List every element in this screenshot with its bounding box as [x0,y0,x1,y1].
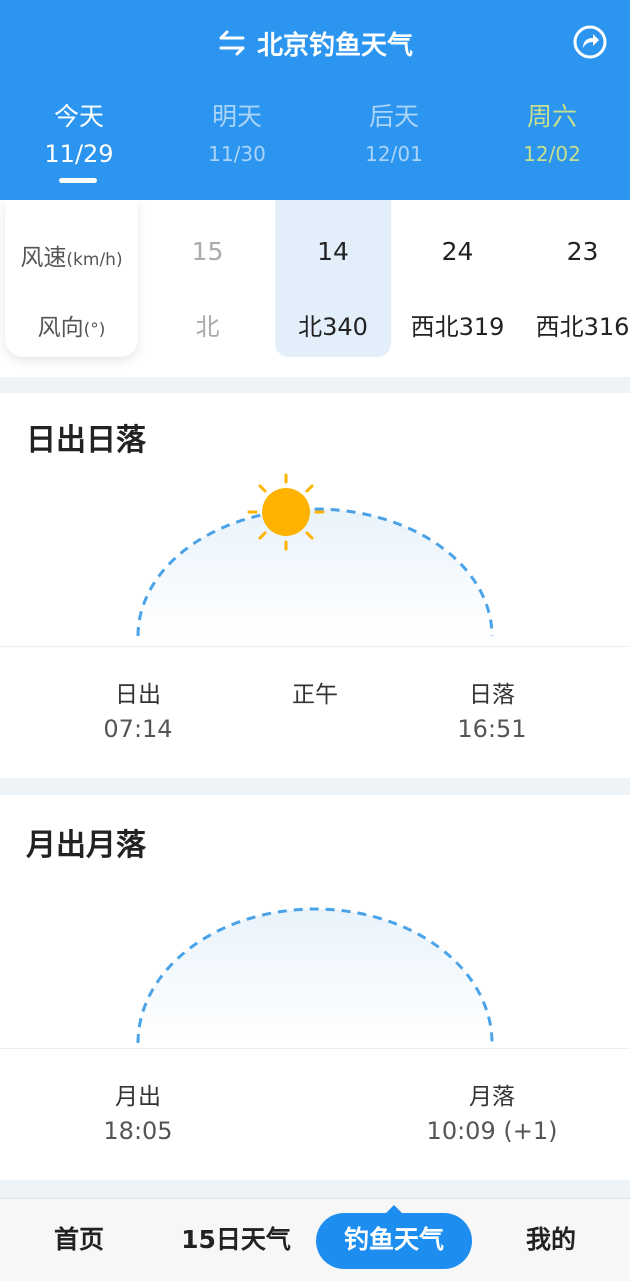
moonrise-label: 月出 [115,1084,161,1110]
tab-day-label: 周六 [526,102,577,131]
wind-speed-label-text: 风速 [20,245,67,271]
wind-column-current: 14 北340 [275,200,391,357]
wind-direction-value: 西北319 [410,313,505,341]
tab-saturday[interactable]: 周六 12/02 [492,95,612,169]
sun-card-title: 日出日落 [26,423,146,458]
wind-direction-value: 北340 [298,313,368,341]
sun-arc-fill [138,509,492,636]
sunset-time: 16:51 [457,715,527,743]
wind-speed-label: 风速(km/h) [5,238,138,272]
sunset-label: 日落 [469,682,515,708]
horizon-line [0,1048,630,1049]
sunset-info: 日落 16:51 [412,675,572,743]
tab-date-label: 11/30 [208,142,266,166]
sun-arc [136,473,494,637]
app-header: 北京钓鱼天气 今天 11/29 明天 11/30 后天 12/01 周六 12/… [0,0,630,200]
moon-arc [136,907,494,1044]
tab-date-label: 11/29 [44,140,114,168]
nav-15-day-weather[interactable]: 15日天气 [160,1199,312,1281]
title-row: 北京钓鱼天气 [0,18,630,68]
wind-direction-value: 北 [195,313,220,341]
moon-card-title: 月出月落 [26,828,146,863]
sun-card: 日出日落 日出 07:14 正午 日落 16:51 [0,393,630,778]
active-tab-indicator [59,178,97,183]
wind-speed-value: 23 [566,237,599,266]
wind-table: 15 北 14 北340 24 西北319 23 西北316 风速(km/h) … [0,200,630,377]
wind-direction-value: 西北316 [535,313,630,341]
wind-speed-value: 24 [441,237,474,266]
wind-speed-value: 14 [317,237,349,266]
noon-info: 正午 [235,675,395,709]
wind-direction-label-text: 风向 [37,315,84,341]
page-title[interactable]: 北京钓鱼天气 [257,25,413,62]
sunrise-time: 07:14 [103,715,173,743]
noon-label: 正午 [292,682,338,708]
wind-row-labels: 风速(km/h) 风向(°) [5,200,138,357]
moonset-time: 10:09 (+1) [426,1117,558,1145]
moon-arc-fill [138,909,492,1043]
sunrise-label: 日出 [115,682,161,708]
bottom-nav: 首页 15日天气 钓鱼天气 我的 [0,1198,630,1281]
share-icon[interactable] [572,24,608,60]
nav-mine[interactable]: 我的 [490,1199,612,1281]
tab-day-after[interactable]: 后天 12/01 [334,95,454,169]
tab-day-label: 后天 [368,102,419,131]
wind-direction-unit: (°) [83,320,106,340]
tab-tomorrow[interactable]: 明天 11/30 [177,95,297,169]
swap-icon[interactable] [217,29,247,57]
wind-direction-label: 风向(°) [5,308,138,342]
sunrise-info: 日出 07:14 [58,675,218,743]
tab-date-label: 12/01 [365,142,423,166]
tab-date-label: 12/02 [523,142,581,166]
tab-day-label: 明天 [211,102,262,131]
horizon-line [0,646,630,647]
moonrise-time: 18:05 [103,1117,173,1145]
tab-today[interactable]: 今天 11/29 [19,95,139,169]
wind-column: 15 北 [145,200,270,357]
moonrise-info: 月出 18:05 [58,1077,218,1145]
tab-day-label: 今天 [53,102,104,131]
wind-speed-unit: (km/h) [66,250,123,270]
moonset-info: 月落 10:09 (+1) [412,1077,572,1145]
wind-speed-value: 15 [191,237,224,266]
nav-home[interactable]: 首页 [18,1199,140,1281]
wind-column: 23 西北316 [520,200,630,357]
moon-card: 月出月落 月出 18:05 月落 10:09 (+1) [0,795,630,1180]
moonset-label: 月落 [469,1084,515,1110]
nav-fishing-weather[interactable]: 钓鱼天气 [316,1199,472,1281]
wind-column: 24 西北319 [395,200,520,357]
